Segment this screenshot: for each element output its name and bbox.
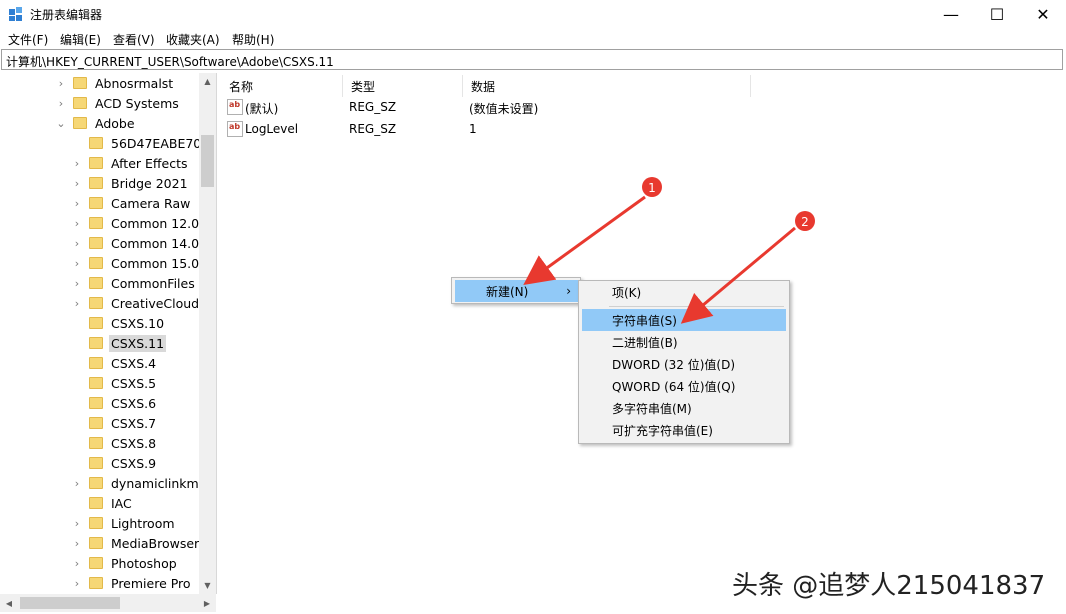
annotation-number-1: 1: [648, 181, 656, 195]
annotation-overlay: 1 2: [523, 177, 815, 324]
annotation-arrow-2: [680, 226, 796, 324]
annotation-number-2: 2: [801, 215, 809, 229]
annotation-arrow-1: [523, 195, 646, 286]
watermark: 头条 @追梦人215041837: [732, 571, 1046, 601]
